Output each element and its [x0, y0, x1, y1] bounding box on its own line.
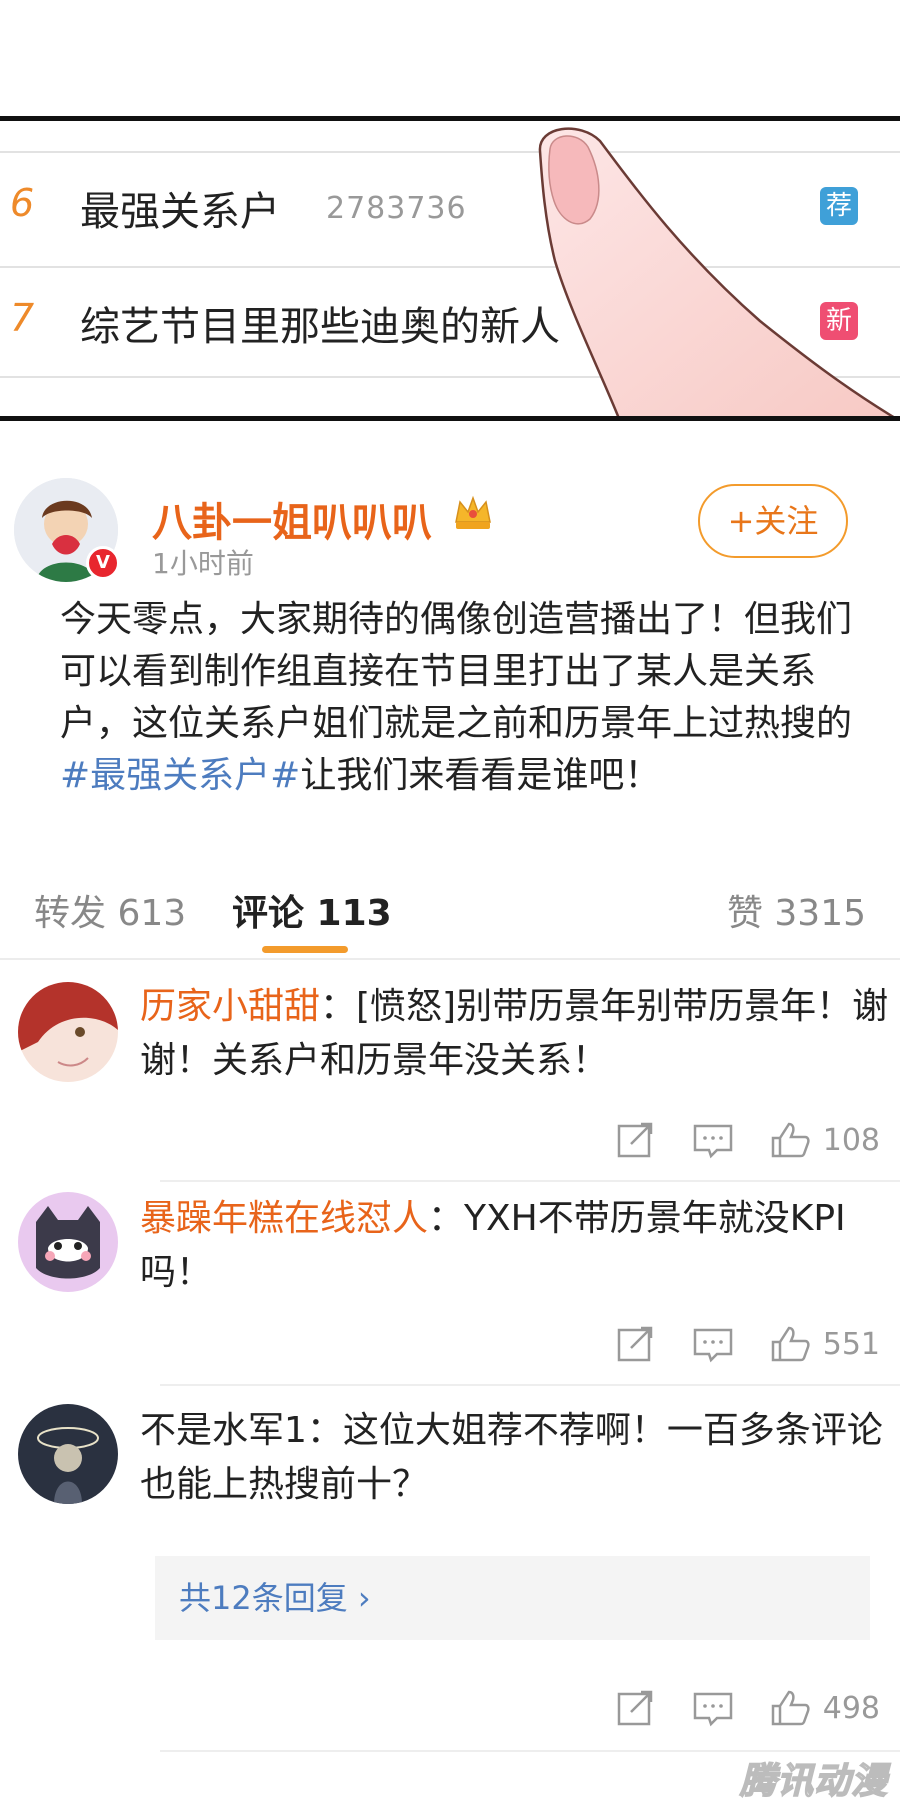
- hashtag-link[interactable]: #最强关系户#: [60, 755, 300, 796]
- comment-icon[interactable]: [691, 1688, 735, 1728]
- rank-number: 7: [10, 296, 35, 340]
- share-icon[interactable]: [613, 1688, 657, 1728]
- tab-comments[interactable]: 评论 113: [232, 884, 392, 936]
- commenter-name[interactable]: 暴躁年糕在线怼人: [140, 1198, 428, 1239]
- post-text: 今天零点，大家期待的偶像创造营播出了！但我们可以看到制作组直接在节目里打出了某人…: [60, 599, 853, 744]
- comment-icon[interactable]: [691, 1120, 735, 1160]
- like-button[interactable]: 498: [769, 1688, 880, 1728]
- follow-button[interactable]: +关注: [698, 484, 848, 558]
- share-icon[interactable]: [613, 1324, 657, 1364]
- tab-likes[interactable]: 赞 3315: [727, 884, 866, 936]
- post-body: 今天零点，大家期待的偶像创造营播出了！但我们可以看到制作组直接在节目里打出了某人…: [60, 594, 880, 802]
- commenter-name[interactable]: 不是水军1: [140, 1410, 307, 1451]
- hot-search-title: 综艺节目里那些迪奥的新人: [80, 304, 560, 350]
- like-count: 108: [822, 1122, 880, 1158]
- active-tab-indicator: [262, 946, 348, 953]
- hot-search-panel: 6 最强关系户 2783736 荐 7 综艺节目里那些迪奥的新人 新: [0, 116, 900, 421]
- comment-text: 暴躁年糕在线怼人：YXH不带历景年就没KPI吗！: [140, 1192, 890, 1300]
- avatar-dark-icon: [18, 1404, 118, 1504]
- comment-actions: 551: [613, 1322, 880, 1366]
- avatar-illustration-icon: [18, 982, 118, 1082]
- post-time: 1小时前: [152, 547, 254, 580]
- hot-search-title: 最强关系户: [80, 189, 280, 235]
- comment-actions: 108: [613, 1118, 880, 1162]
- rank-number: 6: [10, 181, 35, 225]
- post-text-end: 让我们来看看是谁吧！: [300, 755, 661, 796]
- comment-actions: 498: [613, 1686, 880, 1730]
- view-replies-link[interactable]: 共12条回复 ›: [155, 1556, 870, 1640]
- thumbs-up-icon: [771, 1326, 810, 1362]
- avatar-cat-icon: [18, 1192, 118, 1292]
- divider: [160, 1180, 900, 1182]
- tab-repost[interactable]: 转发 613: [34, 884, 186, 936]
- commenter-avatar[interactable]: [18, 1404, 118, 1504]
- thumbs-up-icon: [771, 1690, 810, 1726]
- watermark-logo: 腾讯动漫: [739, 1760, 889, 1798]
- divider: [0, 958, 900, 960]
- comment-text: 不是水军1：这位大姐荐不荐啊！一百多条评论也能上热搜前十？: [140, 1404, 890, 1512]
- share-icon[interactable]: [613, 1120, 657, 1160]
- hot-search-count: 2783736: [326, 191, 467, 226]
- like-button[interactable]: 108: [769, 1120, 880, 1160]
- pointing-finger-illustration: [538, 127, 895, 416]
- thumbs-up-icon: [771, 1122, 810, 1158]
- divider: [160, 1384, 900, 1386]
- like-button[interactable]: 551: [769, 1324, 880, 1364]
- crown-icon: [455, 495, 491, 529]
- author-name[interactable]: 八卦一姐叭叭叭: [152, 490, 432, 548]
- comment-icon[interactable]: [691, 1324, 735, 1364]
- commenter-name[interactable]: 历家小甜甜: [140, 986, 320, 1027]
- commenter-avatar[interactable]: [18, 982, 118, 1082]
- commenter-avatar[interactable]: [18, 1192, 118, 1292]
- like-count: 498: [822, 1690, 880, 1726]
- comment-text: 历家小甜甜：[愤怒]别带历景年别带历景年！谢谢！关系户和历景年没关系！: [140, 980, 890, 1088]
- verified-badge: V: [86, 546, 120, 580]
- like-count: 551: [822, 1326, 880, 1362]
